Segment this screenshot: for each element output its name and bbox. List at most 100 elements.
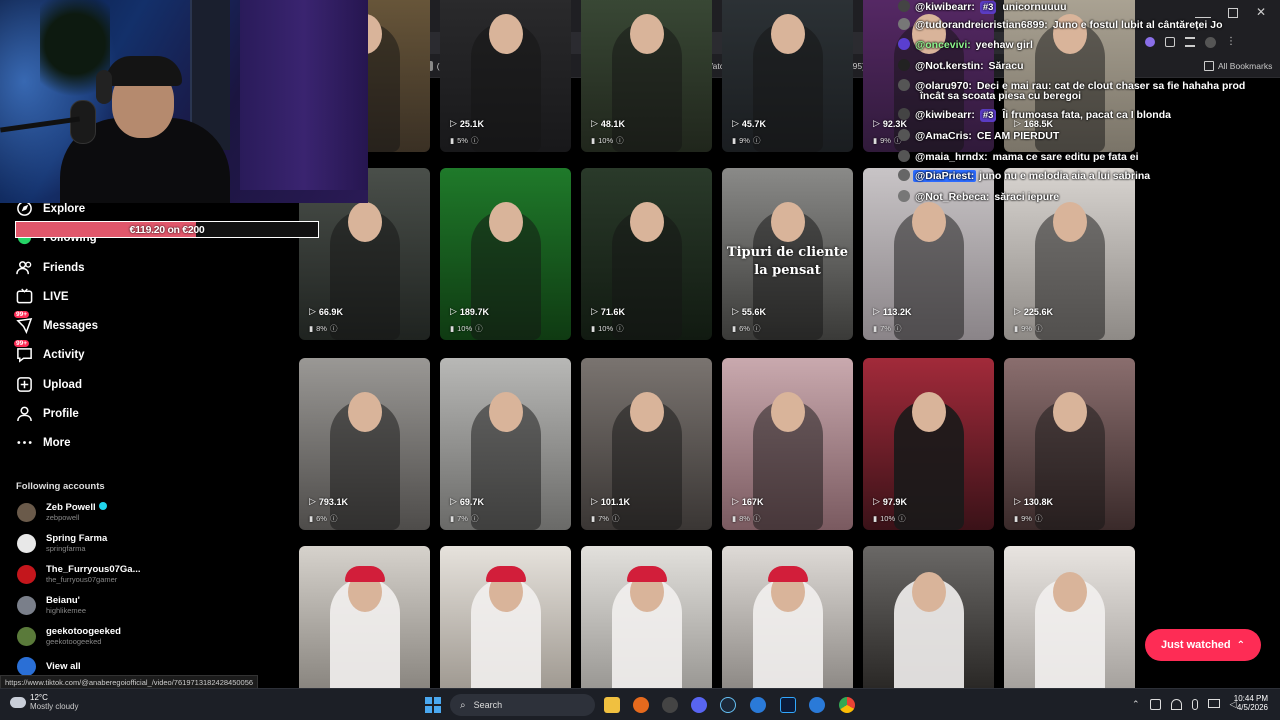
sidebar-item-label: Explore: [43, 202, 86, 215]
clock-date: 4/5/2026: [1236, 703, 1268, 712]
video-tile[interactable]: ▷ 48.1K ▮ 10% ⓘ: [581, 0, 712, 152]
chat-text: juno nu e melodia aia a lui sabrina: [976, 170, 1151, 182]
account-handle: zebpowell: [46, 513, 80, 522]
video-stat-percent: 6%: [316, 514, 327, 523]
video-tile[interactable]: ▷ 45.7K ▮ 9% ⓘ: [722, 0, 853, 152]
chat-text: unicornuuuu: [999, 1, 1067, 13]
account-handle: the_furryous07gamer: [46, 575, 118, 584]
network-icon[interactable]: [1149, 699, 1161, 710]
chat-avatar: [898, 0, 910, 12]
video-tile[interactable]: ▷ 167K ▮ 8% ⓘ: [722, 358, 853, 530]
sidebar-item-friends[interactable]: Friends: [16, 259, 85, 276]
video-views: ▷ 45.7K: [732, 118, 766, 129]
video-tile[interactable]: ▷ 189.7K ▮ 10% ⓘ: [440, 168, 571, 340]
video-tile[interactable]: ▷ 25.1K ▮ 5% ⓘ: [440, 0, 571, 152]
chat-avatar: [898, 150, 910, 162]
video-tile[interactable]: Tipuri de cliente la pensat ▷ 55.6K ▮ 6% ⓘ: [722, 168, 853, 340]
chat-avatar: [898, 18, 910, 30]
chat-message: @DiaPriest: juno nu e melodia aia a lui …: [898, 169, 1150, 183]
mic-tray-icon[interactable]: [1191, 699, 1198, 710]
screen: ✕ ☆ ⋮ s Offi...(1 unread) - Inbox -...pa…: [0, 0, 1280, 720]
photoshop-icon[interactable]: [780, 697, 796, 713]
chat-username: @Not.kerstin:: [915, 60, 984, 72]
weather-widget[interactable]: 12°C Mostly cloudy: [10, 693, 78, 711]
chevron-up-tray-icon[interactable]: ⌃: [1132, 699, 1140, 710]
video-stat: ▮ 7% ⓘ: [873, 323, 901, 334]
chat-username: @kiwibearr:: [915, 1, 975, 13]
following-account[interactable]: Spring Farma springfarma: [17, 533, 107, 553]
video-thumbnail-face: [911, 392, 946, 432]
discord-icon[interactable]: [691, 697, 707, 713]
sidebar-item-more[interactable]: More: [16, 434, 70, 451]
video-thumbnail-face: [770, 392, 805, 432]
video-thumbnail-face: [1052, 392, 1087, 432]
video-tile[interactable]: ▷ 130.8K ▮ 9% ⓘ: [1004, 358, 1135, 530]
app-icon-blue-2[interactable]: [809, 697, 825, 713]
video-tile[interactable]: ▷ 97.9K ▮ 10% ⓘ: [863, 358, 994, 530]
video-views-count: 45.7K: [741, 118, 766, 129]
chrome-icon[interactable]: [839, 697, 855, 713]
chat-avatar: [898, 79, 910, 91]
video-views: ▷ 69.7K: [450, 496, 484, 507]
info-icon: ⓘ: [616, 136, 624, 145]
video-thumbnail-face: [629, 202, 664, 242]
chat-avatar: [898, 129, 910, 141]
video-thumbnail-face: [911, 572, 946, 612]
video-tile[interactable]: [440, 546, 571, 688]
video-stat-percent: 6%: [739, 324, 750, 333]
windows-taskbar: 12°C Mostly cloudy ⌕ Search ⌃ ◁ 10:44 PM…: [0, 688, 1280, 720]
following-account[interactable]: Zeb Powell zebpowell: [17, 502, 107, 522]
taskbar-search[interactable]: ⌕ Search: [450, 694, 595, 716]
obs-icon[interactable]: [662, 697, 678, 713]
following-account[interactable]: View all: [17, 657, 81, 676]
video-views-count: 55.6K: [741, 306, 766, 317]
play-icon: ▷: [732, 496, 739, 506]
file-explorer-icon[interactable]: [604, 697, 620, 713]
sidebar-item-upload[interactable]: Upload: [16, 376, 82, 393]
red-cap: [626, 566, 667, 582]
video-tile[interactable]: [722, 546, 853, 688]
app-icon-blue[interactable]: [750, 697, 766, 713]
display-icon[interactable]: [1207, 699, 1220, 708]
firefox-icon[interactable]: [633, 697, 649, 713]
following-account[interactable]: The_Furryous07Ga... the_furryous07gamer: [17, 564, 141, 584]
bar-chart-icon: ▮: [591, 514, 596, 523]
wifi-icon[interactable]: [1170, 699, 1182, 710]
info-icon: ⓘ: [475, 324, 483, 333]
clock[interactable]: 10:44 PM 4/5/2026: [1220, 694, 1268, 712]
bar-chart-icon: ▮: [591, 136, 596, 145]
chat-avatar: [898, 190, 910, 202]
video-tile[interactable]: [299, 546, 430, 688]
video-thumbnail-face: [488, 14, 523, 54]
sidebar-item-live[interactable]: LIVE: [16, 288, 69, 305]
play-icon: ▷: [450, 496, 457, 506]
bar-chart-icon: ▮: [450, 324, 455, 333]
steam-icon[interactable]: [720, 697, 736, 713]
video-stat-percent: 9%: [1021, 324, 1032, 333]
video-tile[interactable]: [1004, 546, 1135, 688]
info-icon: ⓘ: [329, 324, 338, 333]
video-stat: ▮ 6% ⓘ: [309, 513, 337, 524]
video-views-count: 97.9K: [882, 496, 907, 507]
video-thumbnail-face: [347, 202, 382, 242]
just-watched-button[interactable]: Just watched ⌃: [1145, 629, 1261, 661]
following-account[interactable]: Beianu' highlikemee: [17, 595, 86, 615]
sidebar-item-profile[interactable]: Profile: [16, 405, 79, 422]
video-tile[interactable]: ▷ 69.7K ▮ 7% ⓘ: [440, 358, 571, 530]
sidebar-item-activity[interactable]: 99+ Activity: [14, 340, 85, 363]
video-tile[interactable]: ▷ 793.1K ▮ 6% ⓘ: [299, 358, 430, 530]
windows-start-icon[interactable]: [425, 697, 441, 713]
video-tile[interactable]: [863, 546, 994, 688]
video-views-count: 130.8K: [1023, 496, 1053, 507]
chat-message: @kiwibearr: #3 unicornuuuu: [898, 0, 1067, 14]
video-tile[interactable]: ▷ 101.1K ▮ 7% ⓘ: [581, 358, 712, 530]
video-stat-percent: 10%: [457, 324, 473, 333]
notification-badge: 99+: [14, 311, 30, 318]
video-tile[interactable]: ▷ 71.6K ▮ 10% ⓘ: [581, 168, 712, 340]
video-tile[interactable]: [581, 546, 712, 688]
sidebar-item-messages[interactable]: 99+ Messages: [14, 311, 98, 335]
following-account[interactable]: geekotoogeeked geekotoogeeked: [17, 626, 121, 646]
video-views-count: 66.9K: [318, 306, 343, 317]
account-handle: springfarma: [46, 544, 86, 553]
video-stat-percent: 9%: [739, 136, 750, 145]
